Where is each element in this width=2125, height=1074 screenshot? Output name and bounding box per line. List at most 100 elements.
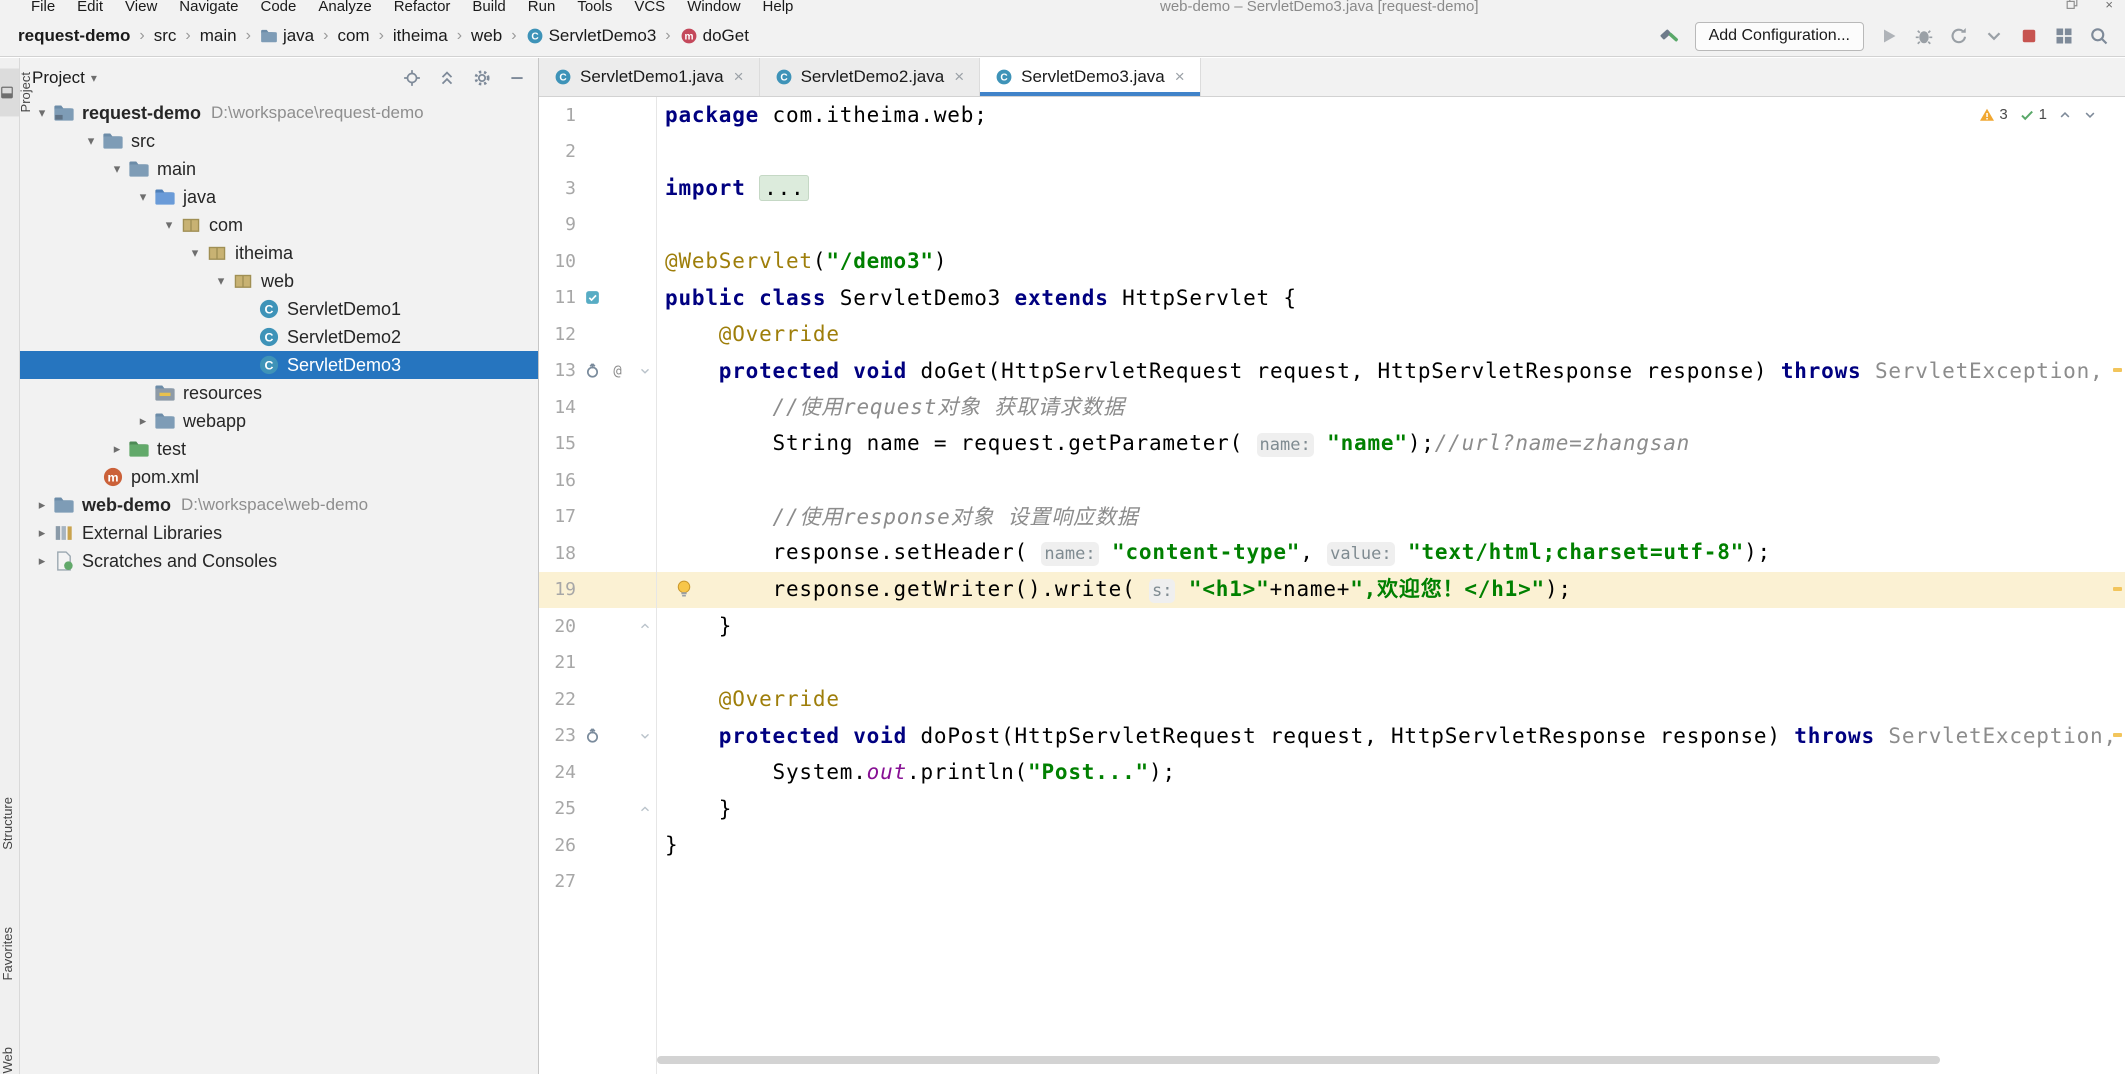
menu-view[interactable]: View [114,0,168,16]
menu-window[interactable]: Window [676,0,751,16]
tree-item-web-demo[interactable]: ▸ web-demo D:\workspace\web-demo [20,491,538,519]
fold-end-icon[interactable] [638,802,652,816]
chevron-down-icon[interactable]: ▾ [106,161,128,177]
chevron-right-icon[interactable]: ▸ [106,441,128,457]
horizontal-scrollbar[interactable] [657,1056,1940,1064]
code-text[interactable]: protected void doPost(HttpServletRequest… [656,718,2125,755]
code-text[interactable]: @Override [656,681,2125,718]
tree-item-java[interactable]: ▾ java [20,183,538,211]
menu-navigate[interactable]: Navigate [168,0,249,16]
tree-item-src[interactable]: ▾ src [20,127,538,155]
chevron-right-icon[interactable]: ▸ [31,525,53,541]
window-close-icon[interactable]: × [2105,0,2113,12]
editor-tab-servletdemo3-java[interactable]: C ServletDemo3.java × [980,58,1201,96]
settings-gear-icon[interactable] [473,69,491,87]
code-text[interactable]: } [656,791,2125,828]
breadcrumb-itheima[interactable]: itheima [389,24,452,48]
tree-item-com[interactable]: ▾ com [20,211,538,239]
tool-window-tab-structure[interactable]: Structure [0,793,19,854]
menu-code[interactable]: Code [249,0,307,16]
breadcrumb-src[interactable]: src [150,24,181,48]
code-text[interactable]: public class ServletDemo3 extends HttpSe… [656,280,2125,317]
menu-help[interactable]: Help [752,0,805,16]
collapse-all-icon[interactable] [438,69,456,87]
close-tab-icon[interactable]: × [734,67,744,87]
layout-grid-icon[interactable] [2054,26,2074,46]
stop-icon[interactable] [2019,26,2039,46]
editor-tab-servletdemo1-java[interactable]: C ServletDemo1.java × [539,58,760,96]
tree-item-scratches-and-consoles[interactable]: ▸ Scratches and Consoles [20,547,538,575]
fold-end-icon[interactable] [638,619,652,633]
menu-build[interactable]: Build [461,0,516,16]
fold-start-icon[interactable] [638,729,652,743]
window-restore-icon[interactable] [2065,0,2079,11]
tree-item-resources[interactable]: resources [20,379,538,407]
build-hammer-icon[interactable] [1660,26,1680,46]
breadcrumb-doget[interactable]: m doGet [676,24,753,48]
menu-run[interactable]: Run [517,0,567,16]
menu-tools[interactable]: Tools [566,0,623,16]
breadcrumb-com[interactable]: com [333,24,373,48]
chevron-right-icon[interactable]: ▸ [31,553,53,569]
error-stripe-mark[interactable] [2113,587,2122,591]
tree-item-pom-xml[interactable]: m pom.xml [20,463,538,491]
chevron-down-icon[interactable]: ▾ [184,245,206,261]
breadcrumb-web[interactable]: web [467,24,506,48]
chevron-down-icon[interactable]: ▾ [132,189,154,205]
chevron-down-icon[interactable]: ▾ [31,105,53,121]
tree-item-servletdemo2[interactable]: C ServletDemo2 [20,323,538,351]
breadcrumb-main[interactable]: main [196,24,241,48]
class-marker-icon[interactable] [584,289,601,306]
warnings-indicator[interactable]: 3 [1979,106,2008,123]
passed-indicator[interactable]: 1 [2019,106,2047,123]
chevron-down-icon[interactable]: ▾ [210,273,232,289]
tree-item-main[interactable]: ▾ main [20,155,538,183]
locate-file-icon[interactable] [403,69,421,87]
tree-item-servletdemo1[interactable]: C ServletDemo1 [20,295,538,323]
run-play-icon[interactable] [1879,26,1899,46]
menu-edit[interactable]: Edit [66,0,114,16]
restart-icon[interactable] [1949,26,1969,46]
at-icon[interactable]: @ [609,362,626,380]
chevron-down-icon[interactable] [1984,26,2004,46]
tree-item-servletdemo3[interactable]: C ServletDemo3 [20,351,538,379]
close-tab-icon[interactable]: × [954,67,964,87]
error-stripe-mark[interactable] [2113,368,2122,372]
fold-start-icon[interactable] [638,364,652,378]
tree-item-external-libraries[interactable]: ▸ External Libraries [20,519,538,547]
menu-analyze[interactable]: Analyze [307,0,382,16]
code-text[interactable]: System.out.println("Post..."); [656,754,2125,791]
chevron-right-icon[interactable]: ▸ [132,413,154,429]
hide-panel-icon[interactable] [508,69,526,87]
code-text[interactable]: } [656,608,2125,645]
tree-item-itheima[interactable]: ▾ itheima [20,239,538,267]
chevron-down-icon[interactable]: ▾ [158,217,180,233]
tree-item-request-demo[interactable]: ▾ request-demo D:\workspace\request-demo [20,99,538,127]
code-text[interactable]: //使用response对象 设置响应数据 [656,499,2125,536]
tool-window-tab-favorites[interactable]: Favorites [0,923,19,984]
error-stripe-mark[interactable] [2113,733,2122,737]
debug-bug-icon[interactable] [1914,26,1934,46]
close-tab-icon[interactable]: × [1175,67,1185,87]
tool-window-tab-web[interactable]: Web [0,1043,19,1074]
code-text[interactable]: //使用request对象 获取请求数据 [656,389,2125,426]
tree-item-webapp[interactable]: ▸ webapp [20,407,538,435]
override-icon[interactable] [584,727,601,744]
code-text[interactable]: @Override [656,316,2125,353]
code-text[interactable]: response.setHeader( name: "content-type"… [656,534,2125,573]
tree-item-web[interactable]: ▾ web [20,267,538,295]
intention-bulb-icon[interactable] [674,579,694,599]
override-icon[interactable] [584,362,601,379]
breadcrumb-java[interactable]: java [256,24,318,48]
code-text[interactable]: } [656,827,2125,864]
chevron-down-icon[interactable]: ▾ [80,133,102,149]
search-icon[interactable] [2089,26,2109,46]
breadcrumb-request-demo[interactable]: request-demo [14,24,134,48]
code-text[interactable]: @WebServlet("/demo3") [656,243,2125,280]
chevron-down-icon[interactable]: ▾ [91,71,97,85]
chevron-right-icon[interactable]: ▸ [31,497,53,513]
code-text[interactable]: package com.itheima.web; [656,97,2125,134]
breadcrumb-servletdemo3[interactable]: C ServletDemo3 [522,24,661,48]
code-text[interactable]: String name = request.getParameter( name… [656,425,2125,464]
prev-problem-icon[interactable] [2058,108,2072,122]
